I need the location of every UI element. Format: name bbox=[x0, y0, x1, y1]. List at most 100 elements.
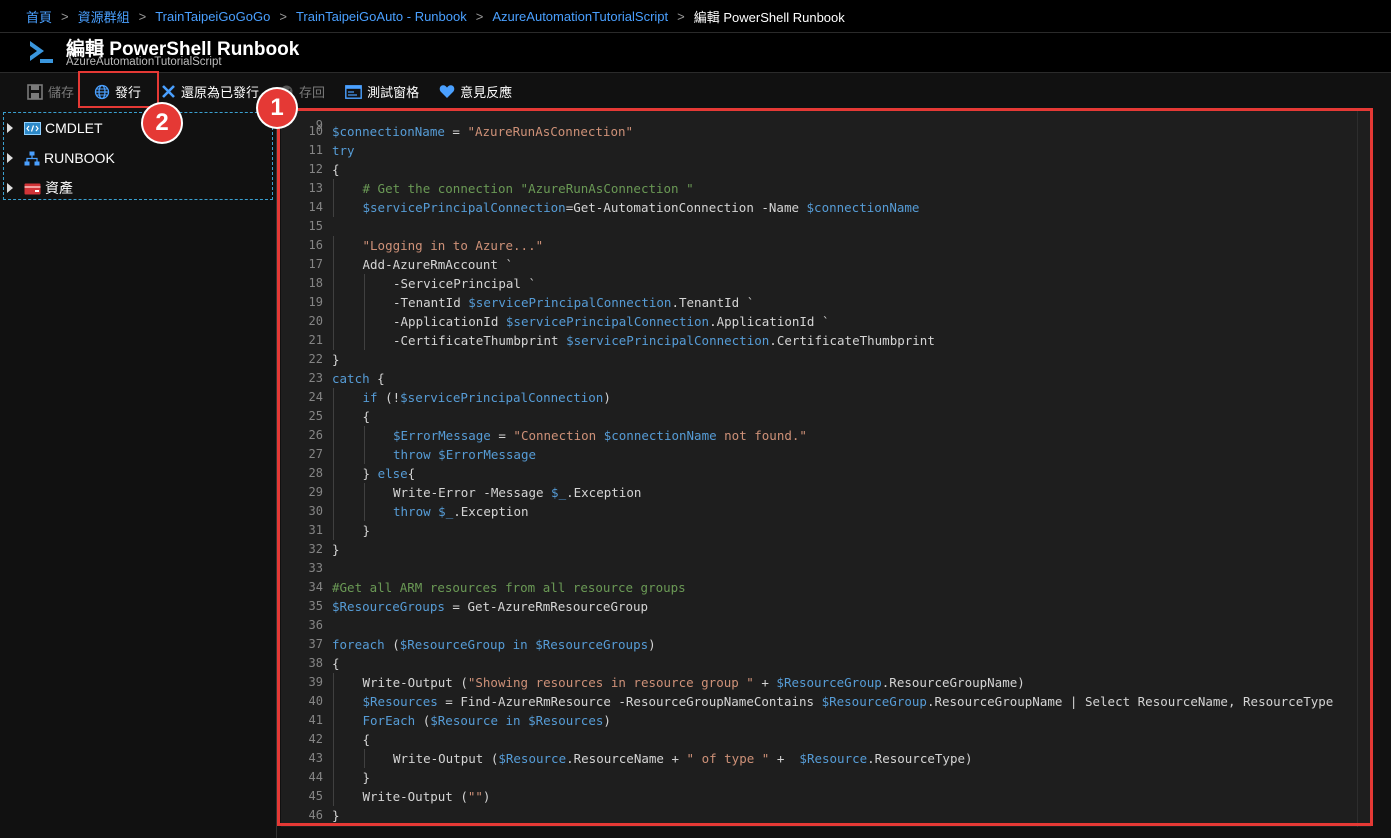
code-text: throw $_.Exception bbox=[393, 502, 529, 521]
tree-item-label: 資產 bbox=[45, 180, 73, 196]
indent-guide bbox=[333, 711, 334, 730]
indent-guide bbox=[333, 464, 334, 483]
code-text: $ErrorMessage = "Connection $connectionN… bbox=[393, 426, 807, 445]
code-token: .ResourceType) bbox=[867, 751, 973, 766]
code-text: { bbox=[332, 654, 340, 673]
indent-guide bbox=[333, 749, 334, 768]
code-text: try bbox=[332, 141, 355, 160]
line-number: 10 bbox=[308, 124, 323, 138]
indent-guide bbox=[333, 673, 334, 692]
code-line: 37 foreach ($ResourceGroup in $ResourceGr… bbox=[281, 635, 1371, 654]
code-line: 27 throw $ErrorMessage bbox=[281, 445, 1371, 464]
code-text: -ApplicationId $servicePrincipalConnecti… bbox=[393, 312, 830, 331]
expand-caret-icon[interactable] bbox=[7, 153, 13, 163]
assets-icon bbox=[24, 183, 41, 194]
line-number: 30 bbox=[308, 504, 323, 518]
indent-guide bbox=[333, 388, 334, 407]
tree-item-assets[interactable]: 資產 bbox=[4, 173, 272, 203]
code-token: Write-Error -Message bbox=[393, 485, 552, 500]
publish-button[interactable]: 發行 bbox=[94, 77, 141, 107]
breadcrumb-home[interactable]: 首頁 bbox=[26, 7, 52, 26]
line-number: 28 bbox=[308, 466, 323, 480]
code-editor[interactable]: 9 47 10$connectionName = "AzureRunAsConn… bbox=[281, 110, 1371, 827]
line-number: 36 bbox=[308, 618, 323, 632]
feedback-button[interactable]: 意見反應 bbox=[439, 77, 512, 107]
code-token: # Get the connection "AzureRunAsConnecti… bbox=[362, 181, 694, 196]
code-token: .ResourceGroupName) bbox=[881, 675, 1025, 690]
code-token: =Get-AutomationConnection -Name bbox=[565, 200, 807, 215]
code-line: 24 if (!$servicePrincipalConnection) bbox=[281, 388, 1371, 407]
code-token: $servicePrincipalConnection bbox=[468, 295, 672, 310]
breadcrumb-resource-group[interactable]: TrainTaipeiGoGoGo bbox=[155, 9, 270, 24]
annotation-badge-2: 2 bbox=[143, 104, 181, 142]
revert-to-published-button[interactable]: 還原為已發行 bbox=[161, 77, 259, 107]
code-line: 40 $Resources = Find-AzureRmResource -Res… bbox=[281, 692, 1371, 711]
line-number: 43 bbox=[308, 751, 323, 765]
code-token: ( bbox=[415, 713, 431, 728]
code-token: } bbox=[362, 466, 378, 481]
indent-guide bbox=[333, 179, 334, 198]
breadcrumb-runbook[interactable]: AzureAutomationTutorialScript bbox=[492, 9, 668, 24]
breadcrumb: 首頁 > 資源群組 > TrainTaipeiGoGoGo > TrainTai… bbox=[0, 0, 1391, 32]
code-token: } bbox=[362, 770, 371, 785]
tree-item-runbook[interactable]: RUNBOOK bbox=[4, 143, 272, 173]
code-line: 13 # Get the connection "AzureRunAsConnec… bbox=[281, 179, 1371, 198]
feedback-label: 意見反應 bbox=[460, 85, 513, 100]
code-text: Add-AzureRmAccount ` bbox=[363, 255, 514, 274]
code-token: (! bbox=[377, 390, 401, 405]
code-token: $Resources bbox=[362, 694, 438, 709]
indent-guide bbox=[333, 502, 334, 521]
code-line: 11 try bbox=[281, 141, 1371, 160]
code-text: $ResourceGroups = Get-AzureRmResourceGro… bbox=[332, 597, 648, 616]
tree-item-cmdlet[interactable]: CMDLET bbox=[4, 113, 272, 143]
save-button[interactable]: 儲存 bbox=[27, 77, 74, 107]
code-line: 33 bbox=[281, 559, 1371, 578]
indent-guide bbox=[363, 293, 365, 312]
code-line: 25 { bbox=[281, 407, 1371, 426]
code-token: $Resource bbox=[498, 751, 567, 766]
indent-guide bbox=[363, 426, 365, 445]
code-token: .ResourceGroupName | Select ResourceName… bbox=[926, 694, 1334, 709]
indent-guide bbox=[333, 521, 334, 540]
code-line: 10 $connectionName = "AzureRunAsConnectio… bbox=[281, 122, 1371, 141]
code-token: } bbox=[362, 523, 371, 538]
line-number: 33 bbox=[308, 561, 323, 575]
blade-header: 編輯 PowerShell Runbook AzureAutomationTut… bbox=[0, 32, 1391, 72]
code-text: } else{ bbox=[363, 464, 416, 483]
code-line: 41 ForEach ($Resource in $Resources) bbox=[281, 711, 1371, 730]
line-number: 31 bbox=[308, 523, 323, 537]
breadcrumb-runbook-list[interactable]: TrainTaipeiGoAuto - Runbook bbox=[296, 9, 467, 24]
code-token: #Get all ARM resources from all resource… bbox=[332, 580, 686, 595]
page-scrollbar[interactable] bbox=[1373, 110, 1391, 838]
code-text: $Resources = Find-AzureRmResource -Resou… bbox=[363, 692, 1334, 711]
library-tree: CMDLET RUNBOOK 資產 bbox=[3, 112, 273, 200]
indent-guide bbox=[333, 407, 334, 426]
indent-guide bbox=[333, 426, 334, 445]
test-pane-button[interactable]: 測試窗格 bbox=[345, 77, 419, 107]
code-line: 20 -ApplicationId $servicePrincipalConnec… bbox=[281, 312, 1371, 331]
test-pane-icon bbox=[345, 84, 362, 99]
breadcrumb-resource-groups[interactable]: 資源群組 bbox=[78, 7, 130, 26]
code-text: { bbox=[363, 730, 371, 749]
page-subtitle: AzureAutomationTutorialScript bbox=[66, 56, 222, 68]
expand-caret-icon[interactable] bbox=[7, 123, 13, 133]
code-token: else bbox=[377, 466, 408, 481]
code-token: = bbox=[490, 428, 514, 443]
code-token: { bbox=[369, 371, 385, 386]
line-number: 24 bbox=[308, 390, 323, 404]
code-token: $ErrorMessage bbox=[438, 447, 537, 462]
line-number: 32 bbox=[308, 542, 323, 556]
code-line: 36 bbox=[281, 616, 1371, 635]
code-line: 35 $ResourceGroups = Get-AzureRmResourceG… bbox=[281, 597, 1371, 616]
line-number: 41 bbox=[308, 713, 323, 727]
indent-guide bbox=[363, 331, 365, 350]
save-icon bbox=[27, 83, 43, 100]
code-token: in bbox=[512, 637, 528, 652]
expand-caret-icon[interactable] bbox=[7, 183, 13, 193]
code-text: Write-Error -Message $_.Exception bbox=[393, 483, 641, 502]
line-number: 13 bbox=[308, 181, 323, 195]
code-token: ) bbox=[482, 789, 491, 804]
line-number: 16 bbox=[308, 238, 323, 252]
